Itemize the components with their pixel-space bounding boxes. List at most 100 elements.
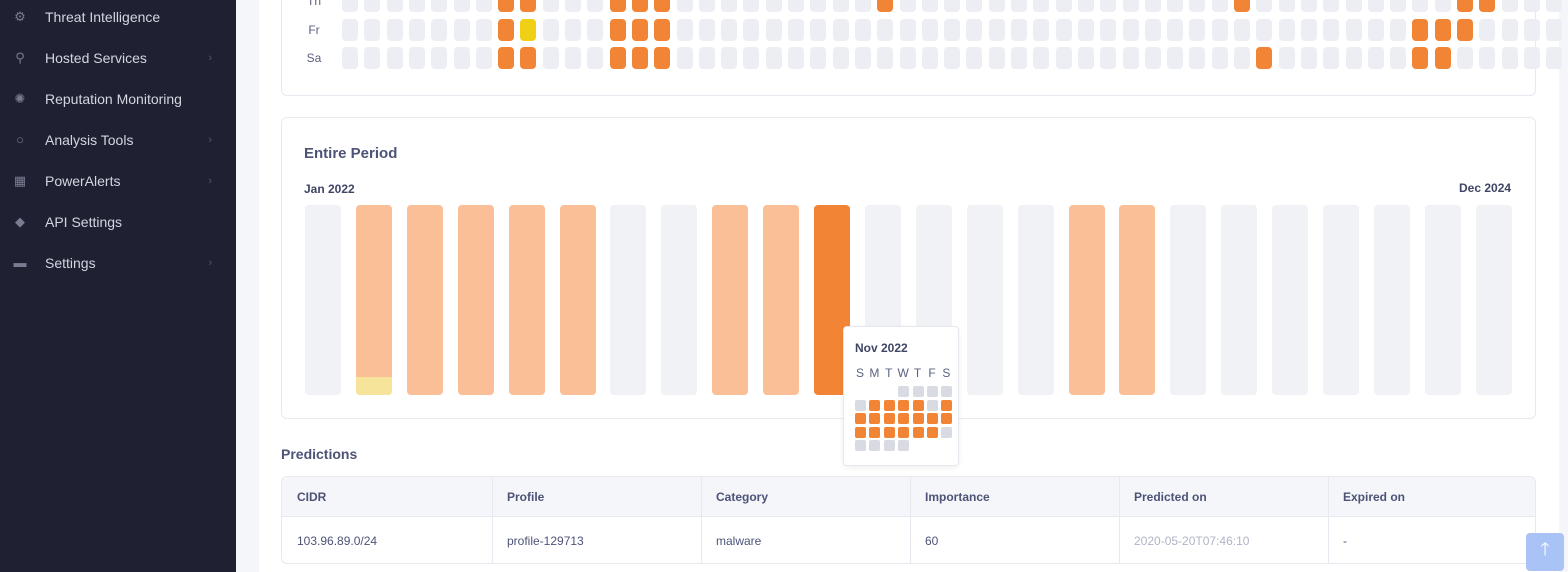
heatmap-cell[interactable] [431,19,448,41]
heatmap-cell[interactable] [854,0,871,12]
heatmap-cell[interactable] [1367,47,1384,69]
heatmap-cell[interactable] [1211,47,1228,69]
heatmap-cell[interactable] [1278,0,1295,12]
heatmap-cell[interactable] [899,19,916,41]
heatmap-cell[interactable] [788,47,804,69]
heatmap-cell[interactable] [810,19,827,41]
period-month-bar[interactable] [305,205,341,395]
heatmap-cell[interactable] [654,47,671,69]
heatmap-cell[interactable] [364,19,381,41]
heatmap-cell[interactable] [631,0,648,12]
sidebar-item-poweralerts[interactable]: ▦ PowerAlerts › [0,160,236,201]
heatmap-cell[interactable] [453,0,470,12]
column-header[interactable]: CIDR [282,477,491,517]
period-month-bar[interactable] [1373,205,1410,395]
heatmap-cell[interactable] [1077,47,1094,69]
heatmap-cell[interactable] [988,47,1005,69]
heatmap-cell[interactable] [1457,0,1473,12]
heatmap-cell[interactable] [832,0,849,12]
heatmap-cell[interactable] [431,0,448,12]
heatmap-cell[interactable] [698,0,715,12]
heatmap-cell[interactable] [1055,47,1072,69]
heatmap-cell[interactable] [854,19,871,41]
heatmap-cell[interactable] [1546,47,1563,69]
sidebar-item-analysis-tools[interactable]: ○ Analysis Tools › [0,119,236,160]
heatmap-cell[interactable] [342,47,358,69]
heatmap-cell[interactable] [921,47,938,69]
heatmap-cell[interactable] [1211,0,1228,12]
heatmap-cell[interactable] [944,47,961,69]
period-month-bar[interactable] [508,205,545,395]
period-month-bar[interactable] [1323,205,1359,395]
heatmap-cell[interactable] [1122,19,1139,41]
sidebar-item-hosted-services[interactable]: ⚲ Hosted Services › [0,37,236,78]
heatmap-cell[interactable] [408,47,425,69]
heatmap-cell[interactable] [1234,47,1250,69]
heatmap-cell[interactable] [676,19,693,41]
heatmap-cell[interactable] [765,19,782,41]
heatmap-cell[interactable] [520,19,537,41]
heatmap-cell[interactable] [1367,19,1384,41]
heatmap-cell[interactable] [1457,19,1473,41]
heatmap-cell[interactable] [1523,19,1540,41]
column-header[interactable]: Category [701,477,910,517]
heatmap-cell[interactable] [386,19,403,41]
period-month-bar[interactable] [712,205,749,395]
heatmap-cell[interactable] [342,19,358,41]
heatmap-cell[interactable] [1546,19,1563,41]
heatmap-cell[interactable] [1256,0,1273,12]
heatmap-cell[interactable] [498,0,515,12]
column-header[interactable]: Predicted on [1119,477,1328,517]
heatmap-cell[interactable] [1501,19,1518,41]
heatmap-cell[interactable] [587,19,604,41]
heatmap-cell[interactable] [743,47,760,69]
heatmap-cell[interactable] [1434,0,1451,12]
period-month-bar[interactable] [1170,205,1207,395]
heatmap-cell[interactable] [1011,47,1027,69]
heatmap-cell[interactable] [743,0,760,12]
heatmap-cell[interactable] [1479,47,1496,69]
period-month-bar[interactable] [355,205,392,395]
heatmap-cell[interactable] [765,47,782,69]
heatmap-cell[interactable] [654,19,671,41]
heatmap-cell[interactable] [565,47,581,69]
column-header[interactable]: Importance [910,477,1119,517]
heatmap-cell[interactable] [877,19,894,41]
heatmap-cell[interactable] [1278,47,1295,69]
heatmap-cell[interactable] [854,47,871,69]
heatmap-cell[interactable] [676,0,693,12]
heatmap-cell[interactable] [1189,19,1206,41]
heatmap-cell[interactable] [698,19,715,41]
heatmap-cell[interactable] [565,0,581,12]
heatmap-cell[interactable] [1390,0,1407,12]
heatmap-cell[interactable] [1501,0,1518,12]
heatmap-cell[interactable] [966,0,983,12]
heatmap-cell[interactable] [721,19,738,41]
heatmap-cell[interactable] [810,47,827,69]
period-month-bar[interactable] [1221,205,1258,395]
heatmap-cell[interactable] [1256,47,1273,69]
sidebar-item-settings[interactable]: ▬ Settings › [0,242,236,283]
heatmap-cell[interactable] [1345,0,1362,12]
heatmap-cell[interactable] [1189,0,1206,12]
heatmap-cell[interactable] [1278,19,1295,41]
heatmap-cell[interactable] [453,19,470,41]
heatmap-cell[interactable] [1412,0,1429,12]
heatmap-cell[interactable] [364,47,381,69]
heatmap-cell[interactable] [676,47,693,69]
heatmap-cell[interactable] [1167,0,1184,12]
heatmap-cell[interactable] [408,19,425,41]
heatmap-cell[interactable] [542,19,559,41]
heatmap-cell[interactable] [899,0,916,12]
heatmap-cell[interactable] [1434,19,1451,41]
heatmap-cell[interactable] [1300,47,1317,69]
heatmap-cell[interactable] [698,47,715,69]
heatmap-cell[interactable] [475,19,492,41]
heatmap-cell[interactable] [1479,0,1496,12]
heatmap-cell[interactable] [1546,0,1563,12]
heatmap-cell[interactable] [1412,19,1429,41]
heatmap-cell[interactable] [364,0,381,12]
heatmap-cell[interactable] [1367,0,1384,12]
heatmap-cell[interactable] [921,0,938,12]
heatmap-cell[interactable] [1323,47,1340,69]
